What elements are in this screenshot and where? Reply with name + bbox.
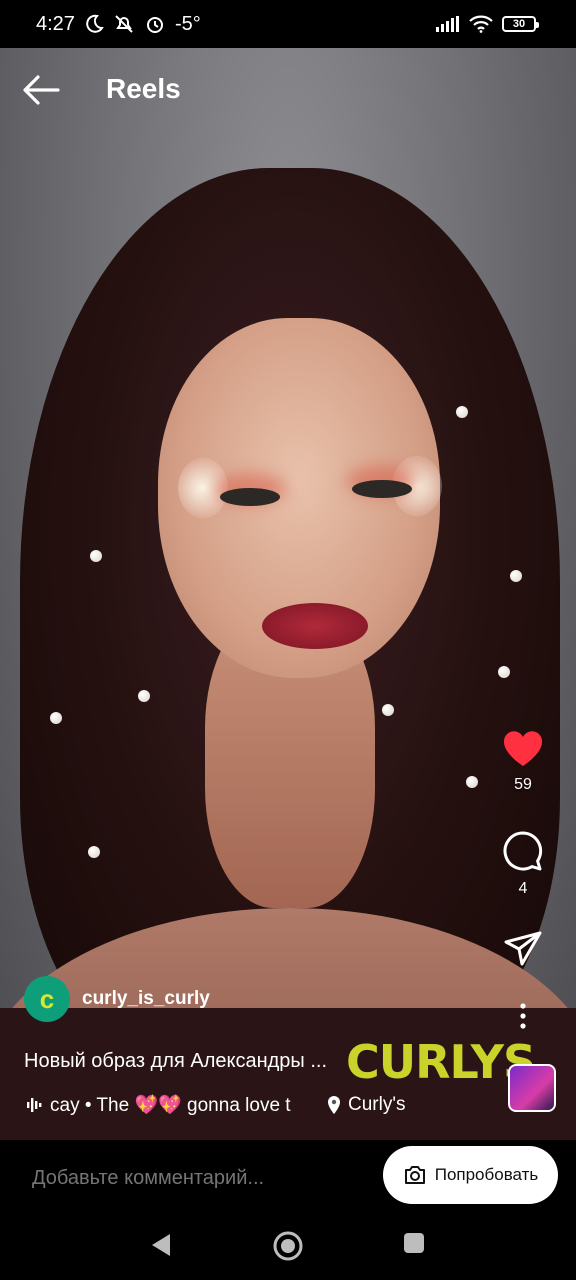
try-button[interactable]: Попробовать [383, 1146, 558, 1204]
comment-icon [503, 831, 543, 871]
like-count: 59 [514, 776, 532, 793]
comment-button[interactable]: 4 [488, 830, 558, 898]
video-pearl [510, 570, 522, 582]
video-pearl [382, 704, 394, 716]
video-pearl [88, 846, 100, 858]
alarm-icon [146, 17, 163, 33]
signal-icon [436, 16, 459, 32]
arrow-left-icon[interactable] [20, 72, 62, 108]
location-label: Curly's [348, 1094, 406, 1115]
music-row[interactable]: cay • The 💖💖 gonna love t Curly's [26, 1093, 405, 1117]
video-eye [352, 480, 412, 498]
system-nav-bar [0, 1216, 576, 1280]
try-button-label: Попробовать [434, 1165, 539, 1184]
audio-thumbnail[interactable] [508, 1064, 556, 1112]
username[interactable]: curly_is_curly [82, 988, 210, 1010]
brand-logo: CURLYS [346, 1035, 536, 1089]
status-bar: 4:27 -5° 30 [0, 0, 576, 48]
music-track: cay • The 💖💖 gonna love t [50, 1095, 291, 1116]
audio-wave-icon [27, 1098, 42, 1112]
more-button[interactable] [488, 1002, 558, 1030]
nav-home-icon[interactable] [272, 1230, 304, 1262]
video-glitter [178, 458, 228, 518]
share-icon [504, 931, 542, 966]
nav-back-icon[interactable] [149, 1232, 173, 1258]
comment-count: 4 [518, 880, 528, 897]
post-caption[interactable]: Новый образ для Александры ... [24, 1050, 334, 1073]
share-button[interactable] [488, 930, 558, 968]
camera-icon [404, 1166, 425, 1184]
temperature: -5° [174, 12, 201, 35]
location-tag[interactable]: Curly's [326, 1094, 405, 1116]
video-pearl [466, 776, 478, 788]
more-icon [520, 1003, 526, 1029]
avatar[interactable]: c [24, 976, 70, 1022]
heart-icon [503, 731, 543, 766]
like-button[interactable]: 59 [488, 730, 558, 794]
wifi-icon [469, 15, 493, 33]
video-pearl [456, 406, 468, 418]
mute-icon [115, 15, 133, 33]
nav-recents-icon[interactable] [403, 1232, 425, 1254]
reels-header: Reels [0, 48, 576, 132]
video-pearl [90, 550, 102, 562]
video-lips [262, 603, 368, 649]
avatar-letter: c [39, 983, 55, 1014]
battery-level: 30 [512, 18, 526, 30]
comment-bar: Попробовать [0, 1140, 576, 1216]
video-eye [220, 488, 280, 506]
page-title: Reels [106, 73, 181, 104]
location-pin-icon [328, 1096, 340, 1114]
battery-icon: 30 [502, 16, 539, 32]
post-author[interactable]: c curly_is_curly [24, 976, 210, 1022]
comment-input[interactable] [30, 1166, 354, 1191]
status-time: 4:27 [36, 12, 75, 35]
video-pearl [138, 690, 150, 702]
video-pearl [498, 666, 510, 678]
moon-icon [86, 14, 104, 33]
video-pearl [50, 712, 62, 724]
